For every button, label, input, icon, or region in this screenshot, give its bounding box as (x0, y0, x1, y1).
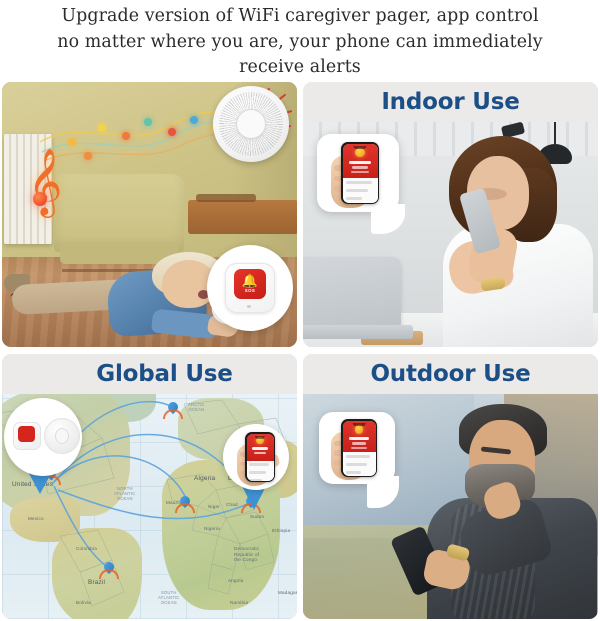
map-label: Chad (226, 502, 238, 507)
phone-notch (352, 422, 366, 426)
sos-button-callout: 🔔 SOS (207, 245, 293, 331)
map-label-ocean: NORTH ATLANTIC OCEAN (114, 486, 136, 501)
led-indicator (247, 305, 251, 308)
panel-indoor-use: Indoor Use (303, 82, 598, 347)
panel-falling-scene: 𝄞 🔔 SOS (2, 82, 297, 347)
page-title: Upgrade version of WiFi caregiver pager,… (57, 6, 543, 77)
map-label: Algeria (194, 475, 216, 482)
wifi-alarm-receiver (213, 86, 289, 162)
man-with-phone (389, 402, 597, 619)
map-label: Ethiopia (272, 528, 291, 533)
app-alert-callout-indoor (317, 134, 405, 234)
sos-label: SOS (244, 288, 256, 293)
emergency-alert-screen (342, 143, 378, 203)
alert-list (246, 460, 274, 481)
map-label: Colombia (76, 546, 98, 551)
emergency-alert-screen (342, 420, 376, 476)
panel-grid: 𝄞 🔔 SOS Indoor Use Global Use United Sta… (2, 82, 598, 619)
phone-mockup (341, 142, 379, 204)
map-label-ocean: ARCTIC OCEAN (188, 402, 205, 412)
pin-brazil (99, 559, 119, 579)
devices-callout (4, 398, 82, 494)
sos-press-button[interactable]: 🔔 SOS (234, 269, 266, 299)
map-label: Angola (228, 578, 244, 583)
phone-notch (254, 435, 266, 439)
world-map: United States Mexico Colombia Brazil Bol… (2, 394, 297, 619)
falling-scene-photo: 𝄞 🔔 SOS (2, 82, 297, 347)
alert-header (246, 433, 274, 461)
wifi-alarm-receiver (44, 418, 80, 454)
worried-woman (415, 132, 595, 347)
alert-bell-icon (355, 148, 365, 158)
panel-title-outdoor: Outdoor Use (303, 354, 598, 394)
product-infographic: Upgrade version of WiFi caregiver pager,… (0, 0, 600, 621)
emergency-alert-screen (246, 433, 274, 481)
app-alert-callout-outdoor (319, 412, 399, 508)
sofa (54, 174, 184, 264)
map-label: Nigeria (204, 526, 220, 531)
map-label: Madagascar (278, 590, 297, 595)
pin-west-africa (175, 493, 195, 513)
panel-outdoor-use: Outdoor Use (303, 354, 598, 619)
map-label: Namibia (230, 600, 249, 605)
sos-button-device (13, 422, 41, 450)
map-label: Democratic Republic of the Congo (234, 546, 260, 563)
phone-mockup (341, 419, 377, 477)
laptop (303, 257, 401, 329)
bell-icon: 🔔 (241, 273, 259, 288)
panel-title-global: Global Use (2, 354, 297, 394)
laptop-base (303, 325, 413, 339)
alert-header (342, 420, 376, 453)
music-note-dot (33, 192, 47, 206)
alert-bell-icon (354, 425, 364, 434)
indoor-photo (303, 122, 598, 347)
panel-global-use: Global Use United States Mexico Colombia… (2, 354, 297, 619)
map-label: Mexico (28, 516, 44, 521)
sos-button-device: 🔔 SOS (225, 263, 275, 313)
phone-notch (353, 145, 367, 149)
fallen-elderly-woman (4, 252, 240, 347)
alert-list (342, 452, 376, 476)
panel-title-indoor: Indoor Use (303, 82, 598, 122)
app-alert-callout-global (223, 424, 289, 510)
alert-header (342, 143, 378, 178)
phone-mockup (245, 432, 275, 482)
map-label: Sudan (250, 514, 265, 519)
map-label: Niger (208, 504, 220, 509)
alert-list (342, 177, 378, 203)
map-label: Brazil (88, 579, 106, 586)
wooden-table (188, 194, 297, 234)
pin-arctic (163, 399, 183, 419)
map-label: Bolivia (76, 600, 91, 605)
map-label-ocean: SOUTH ATLANTIC OCEAN (158, 590, 180, 605)
outdoor-photo (303, 394, 598, 619)
